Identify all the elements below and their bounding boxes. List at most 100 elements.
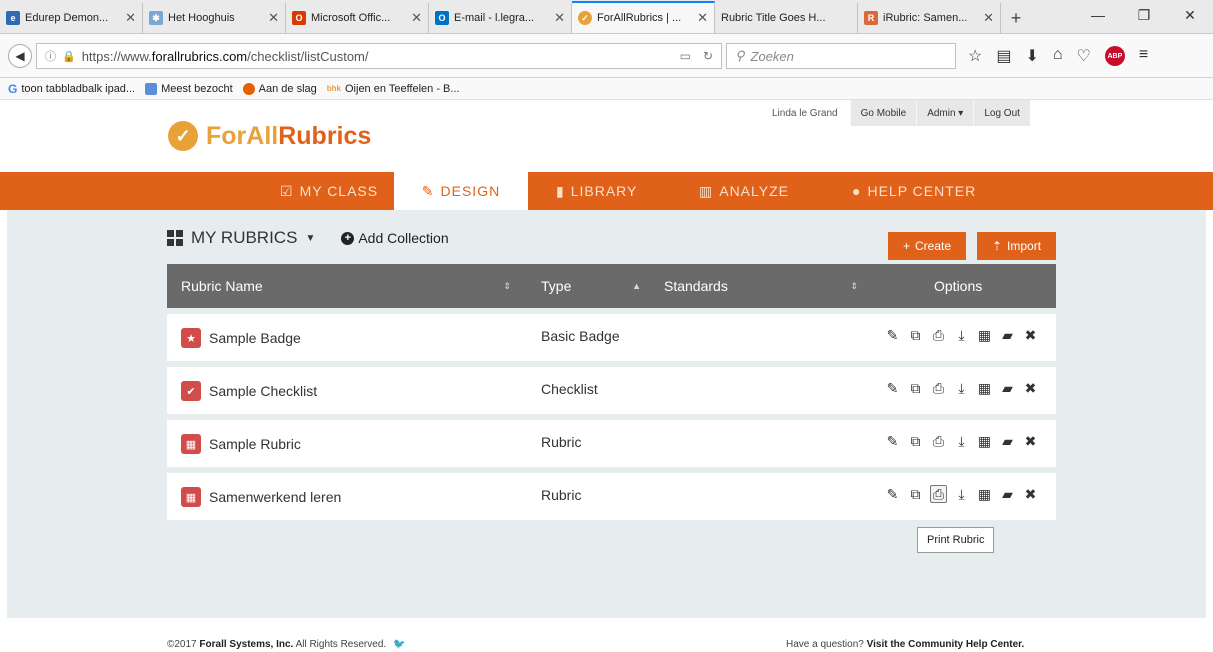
import-button[interactable]: ⇡ Import xyxy=(977,232,1056,260)
grid-view-icon[interactable]: ▦ xyxy=(976,485,993,503)
library-icon[interactable]: ▤ xyxy=(996,46,1011,66)
delete-icon[interactable]: ✖ xyxy=(1022,432,1039,450)
pocket-icon[interactable]: ♡ xyxy=(1077,46,1091,66)
bookmark-item[interactable]: G toon tabbladbalk ipad... xyxy=(8,82,135,96)
print-icon[interactable]: ⎙ xyxy=(930,432,947,450)
add-collection-button[interactable]: + Add Collection xyxy=(341,230,449,246)
edit-pencil-icon[interactable]: ✎ xyxy=(884,485,901,503)
url-text[interactable]: https://www.forallrubrics.com/checklist/… xyxy=(82,49,668,64)
col-rubric-name[interactable]: Rubric Name ⇕ xyxy=(181,264,511,308)
edit-pencil-icon[interactable]: ✎ xyxy=(884,379,901,397)
tab-title: Het Hooghuis xyxy=(168,12,235,24)
download-icon[interactable]: ⤓ xyxy=(953,432,970,450)
my-rubrics-header: MY RUBRICS ▼ + Add Collection xyxy=(167,228,449,248)
upload-icon: ⇡ xyxy=(991,239,1003,253)
browser-tab-forallrubrics[interactable]: ✓ ForAllRubrics | ... ✕ xyxy=(572,1,715,33)
copy-icon[interactable]: ⧉ xyxy=(907,379,924,397)
bookmark-item[interactable]: bhk Oijen en Teeffelen - B... xyxy=(327,83,460,95)
edit-pencil-icon[interactable]: ✎ xyxy=(884,326,901,344)
restore-icon[interactable]: ❐ xyxy=(1121,0,1167,30)
reader-view-icon[interactable]: ▭ xyxy=(680,49,691,63)
copy-icon[interactable]: ⧉ xyxy=(907,485,924,503)
grid-view-icon[interactable]: ▦ xyxy=(976,326,993,344)
nav-help-center[interactable]: ● HELP CENTER xyxy=(852,172,976,210)
download-icon[interactable]: ⤓ xyxy=(953,485,970,503)
delete-icon[interactable]: ✖ xyxy=(1022,485,1039,503)
folder-open-icon[interactable]: ▰ xyxy=(999,485,1016,503)
url-prefix: https://www. xyxy=(81,48,152,64)
close-icon[interactable]: ✕ xyxy=(268,10,279,26)
info-icon[interactable]: ⓘ xyxy=(45,48,56,64)
edurep-favicon-icon: e xyxy=(6,11,20,25)
close-icon[interactable]: ✕ xyxy=(411,10,422,26)
browser-tab-rubric-title[interactable]: Rubric Title Goes H... xyxy=(715,3,858,33)
close-icon[interactable]: ✕ xyxy=(125,10,136,26)
rubric-name-cell[interactable]: ▦ Samenwerkend leren xyxy=(181,487,341,507)
table-header: Rubric Name ⇕ Type ▲ Standards ⇕ Options xyxy=(167,264,1056,308)
folder-open-icon[interactable]: ▰ xyxy=(999,326,1016,344)
close-icon[interactable]: ✕ xyxy=(554,10,565,26)
menu-icon[interactable]: ≡ xyxy=(1139,46,1148,66)
logo-check-icon: ✓ xyxy=(168,121,198,151)
logout-button[interactable]: Log Out xyxy=(973,100,1030,126)
nav-my-class[interactable]: ☑ MY CLASS xyxy=(280,172,378,210)
close-icon[interactable]: ✕ xyxy=(697,10,708,26)
back-button[interactable]: ◀ xyxy=(8,44,32,68)
col-type[interactable]: Type ▲ xyxy=(541,264,641,308)
bookmark-label: toon tabbladbalk ipad... xyxy=(21,82,136,95)
bookmark-item[interactable]: Meest bezocht xyxy=(145,82,233,95)
site-logo[interactable]: ✓ ForAllRubrics xyxy=(168,121,371,151)
close-window-icon[interactable]: ✕ xyxy=(1167,0,1213,30)
copyright-prefix: ©2017 xyxy=(167,639,200,650)
twitter-icon[interactable]: 🐦 xyxy=(393,639,405,650)
browser-tab-irubric[interactable]: R iRubric: Samen... ✕ xyxy=(858,3,1001,33)
folder-open-icon[interactable]: ▰ xyxy=(999,432,1016,450)
section-title[interactable]: MY RUBRICS xyxy=(191,228,297,248)
folder-open-icon[interactable]: ▰ xyxy=(999,379,1016,397)
download-icon[interactable]: ⬇ xyxy=(1025,46,1038,66)
firefox-icon xyxy=(242,82,255,95)
grid-view-icon[interactable]: ▦ xyxy=(976,379,993,397)
print-icon[interactable]: ⎙ xyxy=(930,326,947,344)
go-mobile-button[interactable]: Go Mobile xyxy=(849,100,917,126)
close-icon[interactable]: ✕ xyxy=(983,10,994,26)
nav-analyze[interactable]: ▥ ANALYZE xyxy=(699,172,789,210)
table-row: ▦ Sample Rubric Rubric ✎ ⧉ ⎙ ⤓ ▦ ▰ ✖ xyxy=(167,420,1056,467)
adblock-icon[interactable]: ABP xyxy=(1104,46,1125,66)
create-button[interactable]: + Create xyxy=(888,232,966,260)
download-icon[interactable]: ⤓ xyxy=(953,326,970,344)
address-bar[interactable]: ⓘ 🔒 https://www.forallrubrics.com/checkl… xyxy=(36,43,722,69)
admin-menu-button[interactable]: Admin ▾ xyxy=(916,100,974,126)
rubric-name-cell[interactable]: ✔ Sample Checklist xyxy=(181,381,317,401)
bookmark-item[interactable]: Aan de slag xyxy=(242,82,317,95)
minimize-icon[interactable]: — xyxy=(1075,0,1121,30)
browser-tab-hooghuis[interactable]: ✱ Het Hooghuis ✕ xyxy=(143,3,286,33)
tab-title: Microsoft Offic... xyxy=(311,12,391,24)
print-icon[interactable]: ⎙ xyxy=(930,379,947,397)
print-icon[interactable]: ⎙ xyxy=(930,485,947,503)
rubric-name-cell[interactable]: ★ Sample Badge xyxy=(181,328,301,348)
new-tab-button[interactable]: + xyxy=(1001,3,1031,33)
home-icon[interactable]: ⌂ xyxy=(1053,46,1063,66)
nav-label: ANALYZE xyxy=(719,183,789,199)
search-bar[interactable]: ⚲ Zoeken xyxy=(726,43,956,69)
delete-icon[interactable]: ✖ xyxy=(1022,326,1039,344)
browser-tab-office[interactable]: O Microsoft Offic... ✕ xyxy=(286,3,429,33)
nav-design[interactable]: ✎ DESIGN xyxy=(394,172,528,210)
grid-view-icon[interactable]: ▦ xyxy=(976,432,993,450)
copy-icon[interactable]: ⧉ xyxy=(907,326,924,344)
help-center-link[interactable]: Visit the Community Help Center. xyxy=(867,639,1025,650)
rubric-name-cell[interactable]: ▦ Sample Rubric xyxy=(181,434,301,454)
delete-icon[interactable]: ✖ xyxy=(1022,379,1039,397)
edit-pencil-icon[interactable]: ✎ xyxy=(884,432,901,450)
reload-icon[interactable]: ↻ xyxy=(703,49,713,63)
browser-tab-edurep[interactable]: e Edurep Demon... ✕ xyxy=(0,3,143,33)
bookmark-label: Aan de slag xyxy=(258,82,317,95)
browser-tab-email[interactable]: O E-mail - l.legra... ✕ xyxy=(429,3,572,33)
download-icon[interactable]: ⤓ xyxy=(953,379,970,397)
nav-library[interactable]: ▮ LIBRARY xyxy=(556,172,637,210)
copy-icon[interactable]: ⧉ xyxy=(907,432,924,450)
chevron-down-icon[interactable]: ▼ xyxy=(305,233,315,244)
col-standards[interactable]: Standards ⇕ xyxy=(664,264,858,308)
bookmark-star-icon[interactable]: ☆ xyxy=(968,46,982,66)
